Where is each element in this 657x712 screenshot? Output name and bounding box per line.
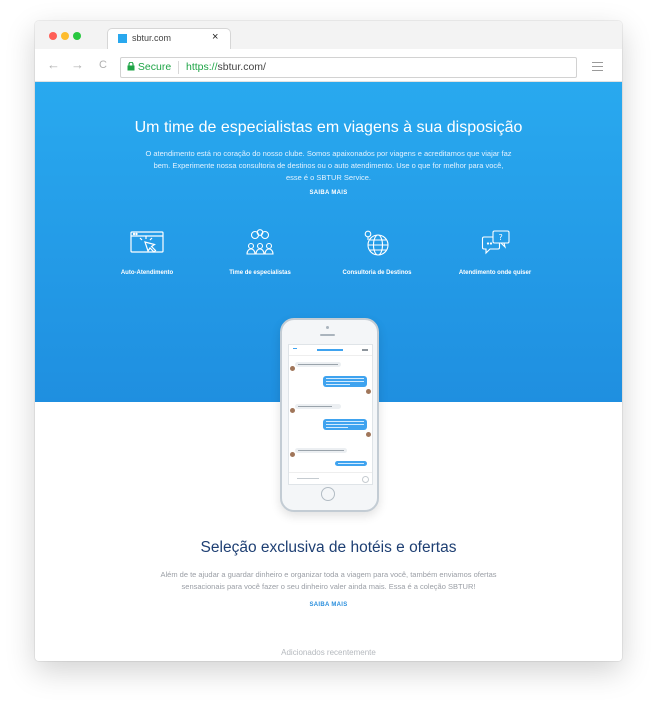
chat-message-incoming [295, 448, 347, 453]
forward-button[interactable]: → [71, 57, 84, 72]
url-text: https://sbtur.com/ [186, 61, 266, 73]
browser-window: sbtur.com × ← → C Secure https://sbtur.c… [35, 21, 622, 661]
selection-title: Seleção exclusiva de hotéis e ofertas [200, 539, 457, 556]
url-host: sbtur.com/ [217, 61, 266, 73]
feature-label: Time de especialistas [229, 270, 291, 276]
phone-mockup-image [280, 318, 379, 512]
phone-home-button [321, 487, 335, 501]
feature-consultoria-destinos[interactable]: Consultoria de Destinos [317, 229, 437, 276]
chat-message-outgoing [323, 419, 367, 430]
feature-label: Consultoria de Destinos [342, 270, 412, 276]
hero-title: Um time de especialistas em viagens à su… [134, 119, 523, 136]
recent-heading: Adicionados recentemente [281, 648, 376, 657]
chat-bubbles-icon: ? [481, 230, 510, 255]
reload-button[interactable]: C [99, 59, 107, 71]
phone-chat-screen [288, 344, 373, 485]
url-scheme: https:// [186, 61, 218, 73]
chat-message-incoming [295, 404, 341, 409]
tab-close-button[interactable]: × [212, 31, 218, 43]
tab-title: sbtur.com [132, 33, 172, 43]
feature-label: Auto-Atendimento [120, 270, 174, 276]
lock-icon [127, 61, 135, 71]
chat-avatar [366, 389, 371, 394]
address-bar[interactable]: Secure https://sbtur.com/ [120, 57, 577, 78]
chat-avatar [290, 366, 295, 371]
browser-toolbar: ← → C Secure https://sbtur.com/ [35, 49, 622, 82]
address-separator [178, 61, 179, 74]
chat-avatar [366, 432, 371, 437]
back-button[interactable]: ← [47, 57, 60, 72]
feature-atendimento-onde-quiser[interactable]: ? Atendimento onde quiser [435, 229, 555, 276]
selection-cta-link[interactable]: SAIBA MAIS [35, 602, 622, 608]
secure-label: Secure [137, 61, 172, 73]
globe-icon [364, 230, 389, 256]
page-content: Um time de especialistas em viagens à su… [35, 82, 622, 661]
zoom-window-button[interactable] [73, 32, 81, 40]
chat-avatar [290, 452, 295, 457]
chat-message-incoming [295, 362, 341, 367]
secure-indicator: Secure [127, 61, 171, 73]
minimize-window-button[interactable] [61, 32, 69, 40]
chat-avatar [290, 408, 295, 413]
browser-tab[interactable]: sbtur.com × [107, 28, 231, 51]
browser-menu-icon[interactable] [592, 62, 603, 74]
chat-header [289, 345, 372, 356]
phone-camera [326, 326, 329, 329]
phone-speaker [320, 334, 335, 336]
close-window-button[interactable] [49, 32, 57, 40]
hero-cta-link[interactable]: SAIBA MAIS [35, 190, 622, 196]
self-service-icon [130, 231, 164, 253]
feature-auto-atendimento[interactable]: Auto-Atendimento [87, 229, 207, 276]
selection-text: Além de te ajudar a guardar dinheiro e o… [160, 570, 497, 591]
svg-text:?: ? [499, 233, 503, 242]
tab-bar: sbtur.com × [35, 21, 622, 51]
chat-input-bar [289, 472, 372, 484]
feature-time-especialistas[interactable]: Time de especialistas [200, 229, 320, 276]
chat-message-outgoing [323, 376, 367, 387]
favicon-icon [118, 34, 127, 43]
team-icon [246, 229, 274, 255]
chat-message-outgoing [335, 461, 367, 466]
hero-text: O atendimento está no coração do nosso c… [145, 149, 512, 182]
feature-label: Atendimento onde quiser [458, 270, 532, 276]
